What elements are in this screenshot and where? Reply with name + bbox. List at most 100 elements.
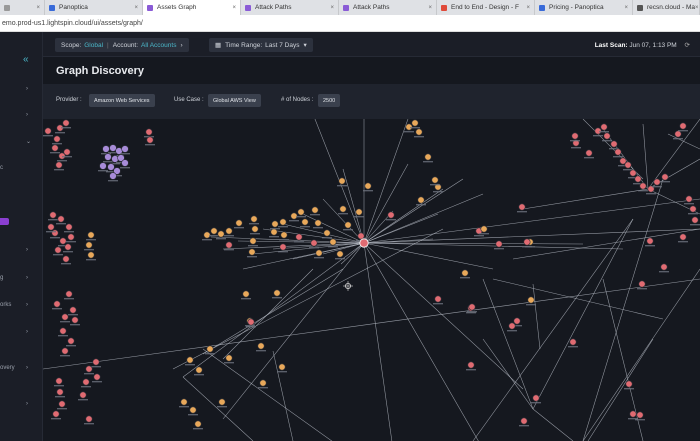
close-tab-icon[interactable]: × <box>134 5 138 11</box>
graph-node[interactable] <box>67 337 75 345</box>
graph-canvas[interactable] <box>43 119 700 441</box>
browser-tab[interactable]: Attack Paths × <box>339 0 437 15</box>
graph-node[interactable] <box>111 155 119 163</box>
chevron-right-icon[interactable]: › <box>26 329 28 335</box>
graph-node[interactable] <box>109 172 117 180</box>
graph-node[interactable] <box>67 233 75 241</box>
nodes-select[interactable]: 2500 <box>318 94 341 107</box>
graph-node[interactable] <box>51 229 59 237</box>
graph-node[interactable] <box>685 195 693 203</box>
graph-node[interactable] <box>65 223 73 231</box>
graph-node[interactable] <box>518 203 526 211</box>
graph-node[interactable] <box>411 119 419 127</box>
close-tab-icon[interactable]: × <box>624 5 628 11</box>
graph-node[interactable] <box>691 216 699 224</box>
graph-node[interactable] <box>523 238 531 246</box>
graph-node[interactable] <box>638 280 646 288</box>
graph-node[interactable] <box>249 237 257 245</box>
chevron-right-icon[interactable]: › <box>26 112 28 118</box>
graph-node[interactable] <box>532 394 540 402</box>
graph-node[interactable] <box>468 303 476 311</box>
graph-node[interactable] <box>280 231 288 239</box>
graph-node[interactable] <box>624 161 632 169</box>
chevron-right-icon[interactable]: › <box>26 275 28 281</box>
graph-node[interactable] <box>364 182 372 190</box>
graph-node[interactable] <box>99 162 107 170</box>
browser-tab[interactable]: Attack Paths × <box>241 0 339 15</box>
graph-node[interactable] <box>508 322 516 330</box>
graph-node[interactable] <box>569 338 577 346</box>
graph-node[interactable] <box>625 380 633 388</box>
graph-node[interactable] <box>279 243 287 251</box>
graph-node[interactable] <box>257 342 265 350</box>
graph-node[interactable] <box>247 318 255 326</box>
graph-node[interactable] <box>146 136 154 144</box>
graph-node[interactable] <box>62 255 70 263</box>
graph-node[interactable] <box>54 246 62 254</box>
graph-node[interactable] <box>85 365 93 373</box>
graph-node[interactable] <box>87 251 95 259</box>
graph-node[interactable] <box>259 379 267 387</box>
graph-node[interactable] <box>315 249 323 257</box>
graph-node[interactable] <box>203 231 211 239</box>
graph-node[interactable] <box>55 377 63 385</box>
browser-tab[interactable]: × <box>0 0 45 15</box>
graph-node[interactable] <box>250 215 258 223</box>
browser-tab[interactable]: Assets Graph × <box>143 0 241 15</box>
close-tab-icon[interactable]: × <box>526 5 530 11</box>
sidebar-item[interactable]: g <box>0 275 3 281</box>
graph-node[interactable] <box>295 233 303 241</box>
graph-node[interactable] <box>242 290 250 298</box>
graph-node[interactable] <box>107 163 115 171</box>
graph-node[interactable] <box>270 228 278 236</box>
graph-node[interactable] <box>357 232 365 240</box>
graph-node[interactable] <box>639 182 647 190</box>
graph-node[interactable] <box>629 410 637 418</box>
graph-node[interactable] <box>225 227 233 235</box>
graph-node[interactable] <box>674 130 682 138</box>
graph-node[interactable] <box>63 148 71 156</box>
graph-node[interactable] <box>338 177 346 185</box>
graph-node[interactable] <box>56 388 64 396</box>
graph-node[interactable] <box>273 289 281 297</box>
graph-node[interactable] <box>323 229 331 237</box>
graph-node[interactable] <box>279 218 287 226</box>
graph-node[interactable] <box>102 145 110 153</box>
graph-node[interactable] <box>52 410 60 418</box>
scope-account-selector[interactable]: Scope: Global | Account: All Accounts › <box>55 38 189 52</box>
graph-node[interactable] <box>87 231 95 239</box>
close-tab-icon[interactable]: × <box>695 5 699 11</box>
chevron-right-icon[interactable]: › <box>26 302 28 308</box>
graph-node[interactable] <box>311 206 319 214</box>
graph-node[interactable] <box>248 248 256 256</box>
chevron-right-icon[interactable]: › <box>26 401 28 407</box>
chevron-right-icon[interactable]: › <box>26 365 28 371</box>
graph-node[interactable] <box>61 313 69 321</box>
graph-node[interactable] <box>65 290 73 298</box>
graph-hub-node[interactable] <box>359 238 369 248</box>
graph-node[interactable] <box>121 159 129 167</box>
graph-node[interactable] <box>61 347 69 355</box>
graph-node[interactable] <box>71 316 79 324</box>
graph-node[interactable] <box>82 378 90 386</box>
graph-node[interactable] <box>301 218 309 226</box>
sidebar-item[interactable]: c <box>0 165 3 171</box>
browser-tab[interactable]: End to End - Design - F × <box>437 0 535 15</box>
graph-node[interactable] <box>235 219 243 227</box>
graph-node[interactable] <box>217 230 225 238</box>
chevron-right-icon[interactable]: › <box>26 247 28 253</box>
graph-node[interactable] <box>121 145 129 153</box>
graph-node[interactable] <box>660 263 668 271</box>
graph-node[interactable] <box>527 296 535 304</box>
graph-node[interactable] <box>210 227 218 235</box>
graph-node[interactable] <box>585 149 593 157</box>
graph-node[interactable] <box>513 317 521 325</box>
graph-node[interactable] <box>600 123 608 131</box>
graph-node[interactable] <box>297 208 305 216</box>
graph-node[interactable] <box>225 241 233 249</box>
graph-node[interactable] <box>603 132 611 140</box>
chevron-right-icon[interactable]: › <box>26 86 28 92</box>
sidebar-item[interactable]: orks <box>0 302 11 308</box>
graph-node[interactable] <box>145 128 153 136</box>
graph-node[interactable] <box>480 225 488 233</box>
